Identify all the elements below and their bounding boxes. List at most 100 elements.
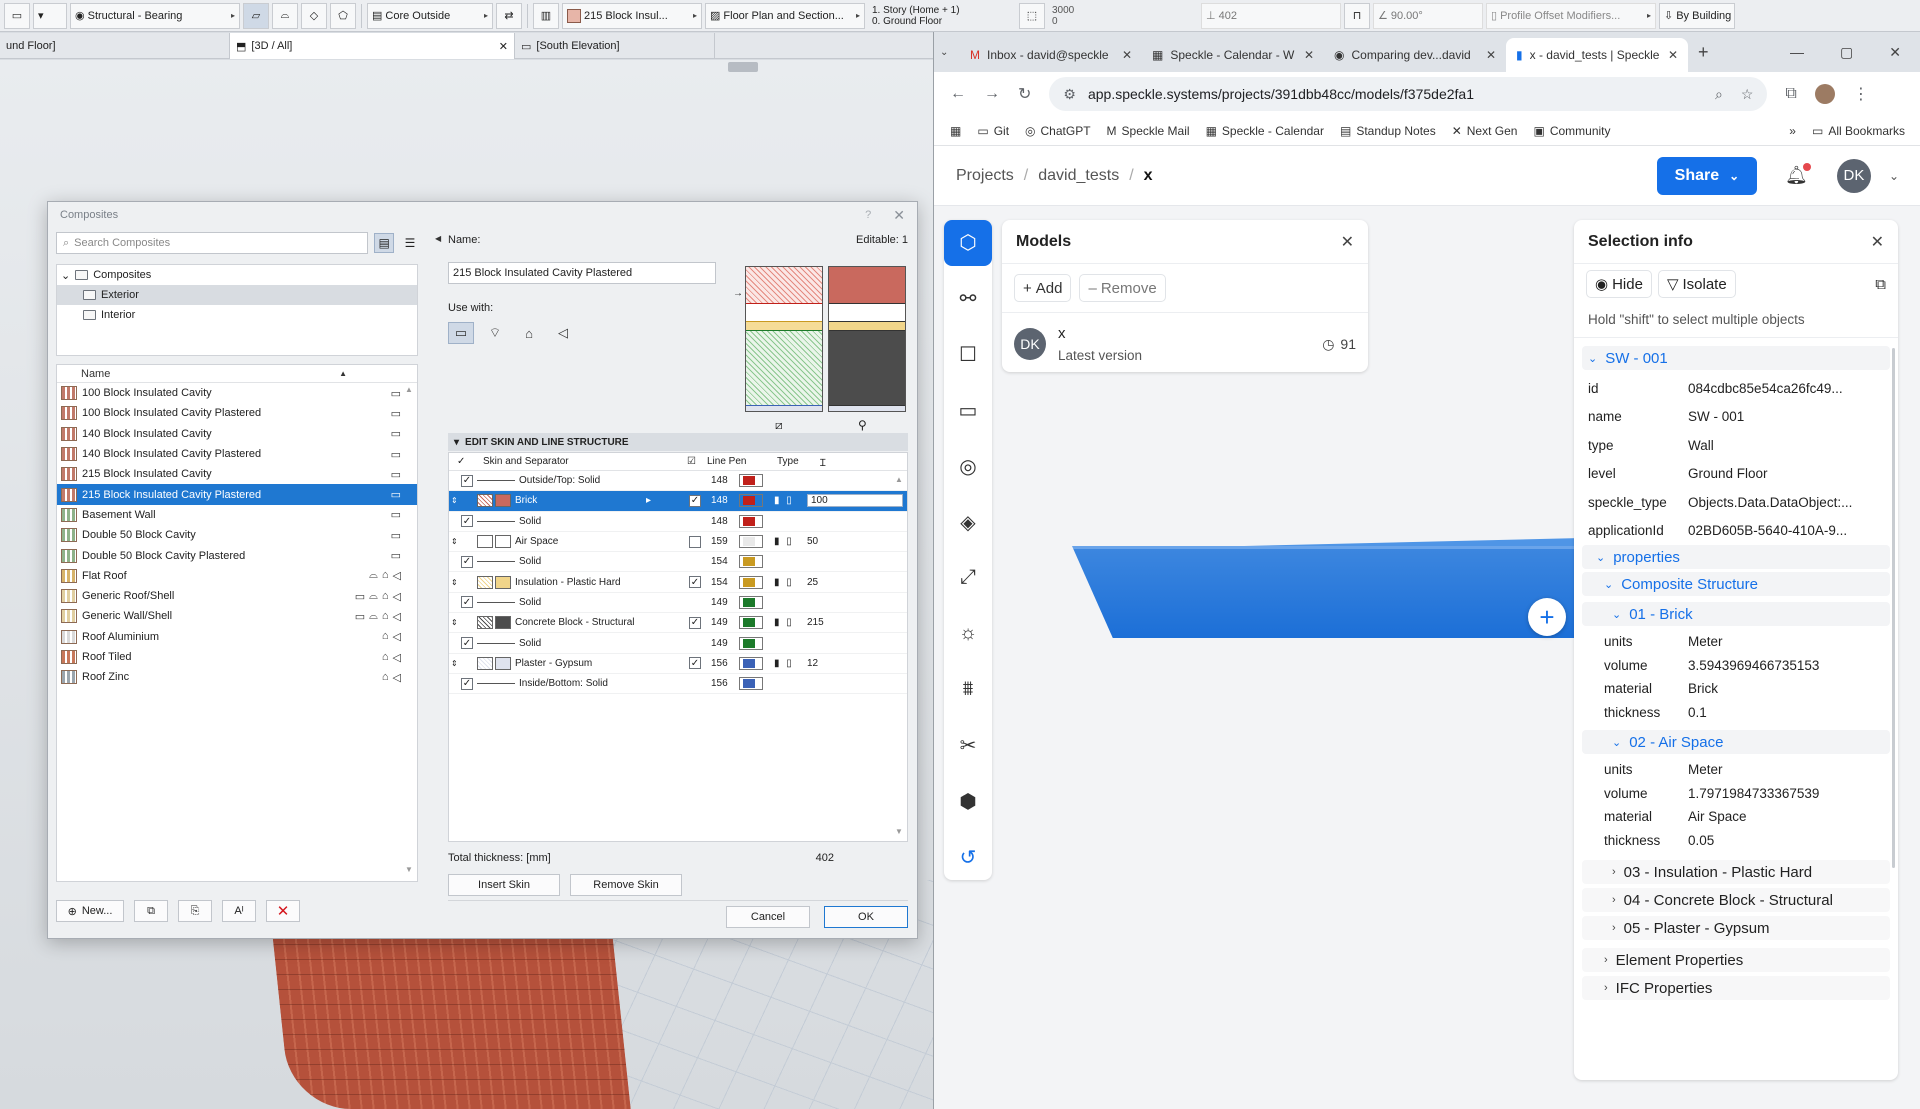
scroll-down-icon[interactable]: ▼ xyxy=(405,865,413,874)
property-row[interactable]: name SW - 001 xyxy=(1588,403,1890,432)
bookmark-item[interactable]: M Speckle Mail xyxy=(1107,124,1190,138)
isolate-button[interactable]: ▽ Isolate xyxy=(1657,270,1736,298)
tab-floor-plan[interactable]: und Floor] xyxy=(0,33,230,59)
projection-icon[interactable]: ⬢ xyxy=(944,778,992,824)
zoom-extents-icon[interactable]: ⤢ xyxy=(944,555,992,601)
property-row[interactable]: units Meter xyxy=(1604,630,1890,654)
bookmark-item[interactable]: ▣ Community xyxy=(1533,124,1610,138)
layer-section-collapsed[interactable]: › 03 - Insulation - Plastic Hard xyxy=(1582,860,1890,884)
bookmark-item[interactable]: ✕ Next Gen xyxy=(1452,124,1518,138)
browser-tab[interactable]: ▮ x - david_tests | Speckle ✕ xyxy=(1506,38,1688,72)
property-row[interactable]: material Brick xyxy=(1604,677,1890,701)
pen-override-checkbox[interactable]: ✓ xyxy=(689,616,701,629)
discussions-icon[interactable]: ☐ xyxy=(944,332,992,378)
layer-section[interactable]: ⌄ 01 - Brick xyxy=(1582,602,1890,626)
close-tab-icon[interactable]: ✕ xyxy=(1122,48,1132,62)
list-scrollbar[interactable]: ▲ xyxy=(405,385,417,879)
geometry-trapezoid-icon[interactable]: ◇ xyxy=(301,2,327,29)
view-modes-icon[interactable]: ◈ xyxy=(944,499,992,545)
composite-list-item[interactable]: 140 Block Insulated Cavity Plastered ▭ xyxy=(57,444,417,464)
user-avatar[interactable]: DK xyxy=(1836,158,1871,193)
pen-override-checkbox[interactable]: ✓ xyxy=(689,657,701,670)
line-pen-swatch[interactable] xyxy=(739,595,763,609)
line-type-icon[interactable]: ▮ ▯ xyxy=(774,658,794,669)
pen-override-checkbox[interactable]: ✓ xyxy=(689,494,701,507)
open-external-icon[interactable]: ⧉ xyxy=(1875,276,1886,293)
breadcrumb-projects[interactable]: Projects xyxy=(956,167,1014,185)
skin-thickness-field[interactable]: 100 xyxy=(807,494,903,508)
line-type-icon[interactable]: ▮ ▯ xyxy=(774,577,794,588)
notifications-bell-icon[interactable]: 🔔︎ xyxy=(1785,163,1811,186)
reference-line-dropdown[interactable]: ▤ Core Outside ▸ xyxy=(367,2,493,29)
property-row[interactable]: level Ground Floor xyxy=(1588,460,1890,489)
forward-icon[interactable]: → xyxy=(984,85,1000,103)
maximize-icon[interactable]: ▢ xyxy=(1840,44,1853,61)
thickness-field[interactable]: ⊥ 402 xyxy=(1201,2,1341,29)
version-count[interactable]: ◷ 91 xyxy=(1322,336,1356,353)
breadcrumb-model[interactable]: x xyxy=(1144,167,1153,185)
height-icon[interactable]: ⬚ xyxy=(1019,2,1045,29)
scroll-up-icon[interactable]: ▲ xyxy=(895,475,903,484)
line-pen-swatch[interactable] xyxy=(739,535,763,549)
delete-icon[interactable]: ✕ xyxy=(266,900,300,922)
edit-skin-section-header[interactable]: ▾ EDIT SKIN AND LINE STRUCTURE xyxy=(448,433,908,451)
flip-icon[interactable]: ⇄ xyxy=(496,2,522,29)
composite-list-item[interactable]: Generic Wall/Shell ▭ ⌓ ⌂ ◁ xyxy=(57,606,417,626)
more-bookmarks-icon[interactable]: » xyxy=(1789,124,1796,138)
properties-section[interactable]: ⌄ properties xyxy=(1582,545,1890,569)
insert-skin-button[interactable]: Insert Skin xyxy=(448,874,560,896)
composite-list-item[interactable]: Roof Tiled ⌂ ◁ xyxy=(57,647,417,667)
add-model-button[interactable]: + Add xyxy=(1014,274,1072,302)
rename-icon[interactable]: Aᴵ xyxy=(222,900,256,922)
layer-section-collapsed[interactable]: › 04 - Concrete Block - Structural xyxy=(1582,888,1890,912)
property-row[interactable]: thickness 0.05 xyxy=(1604,829,1890,853)
visibility-checkbox[interactable]: ✓ xyxy=(461,555,473,568)
skin-row[interactable]: ⇕ Concrete Block - Structural ✓ 149 ▮ ▯ 215 xyxy=(449,613,907,634)
layer-section-collapsed[interactable]: › 05 - Plaster - Gypsum xyxy=(1582,916,1890,940)
geometry-polygon-icon[interactable]: ⬠ xyxy=(330,2,356,29)
wall-use-icon[interactable]: ▭ xyxy=(448,322,474,344)
surface-icon[interactable]: ⚲ xyxy=(858,418,867,432)
ok-button[interactable]: OK xyxy=(824,906,908,928)
cancel-button[interactable]: Cancel xyxy=(726,906,810,928)
hide-button[interactable]: ◉ Hide xyxy=(1586,270,1652,298)
zoom-icon[interactable]: ⌕ xyxy=(1715,86,1723,103)
property-row[interactable]: units Meter xyxy=(1604,758,1890,782)
drag-handle-icon[interactable]: ⇕ xyxy=(451,659,458,668)
element-properties-section[interactable]: › Element Properties xyxy=(1582,948,1890,972)
structural-function-dropdown[interactable]: ◉ Structural - Bearing ▸ xyxy=(70,2,240,29)
skin-row[interactable]: ⇕ Plaster - Gypsum ✓ 156 ▮ ▯ 12 xyxy=(449,654,907,674)
composite-list-item[interactable]: Generic Roof/Shell ▭ ⌓ ⌂ ◁ xyxy=(57,586,417,606)
tab-south-elevation[interactable]: ▭ [South Elevation] xyxy=(515,33,715,59)
slab-use-icon[interactable]: ⌔ xyxy=(482,322,508,344)
composite-list-item[interactable]: 100 Block Insulated Cavity ▭ xyxy=(57,383,417,403)
site-info-icon[interactable]: ⚙ xyxy=(1063,86,1076,103)
composite-list-item[interactable]: 215 Block Insulated Cavity Plastered ▭ xyxy=(57,484,417,505)
line-pen-swatch[interactable] xyxy=(739,636,763,650)
column-icon[interactable]: ▥ xyxy=(533,2,559,29)
geometry-curved-icon[interactable]: ⌓ xyxy=(272,2,298,29)
composite-list-item[interactable]: Basement Wall ▭ xyxy=(57,505,417,525)
close-tab-icon[interactable]: ✕ xyxy=(1486,48,1496,62)
folder-view-icon[interactable]: ▤ xyxy=(374,233,395,253)
visibility-checkbox[interactable]: ✓ xyxy=(461,515,473,528)
floor-plan-section-dropdown[interactable]: ▨ Floor Plan and Section... ▸ xyxy=(705,2,865,29)
property-row[interactable]: type Wall xyxy=(1588,431,1890,460)
list-view-icon[interactable]: ☰ xyxy=(400,233,420,253)
drag-handle-icon[interactable]: ⇕ xyxy=(451,578,458,587)
tab-3d-all[interactable]: ⬒ [3D / All] ✕ xyxy=(230,33,515,59)
drag-handle-icon[interactable]: ⇕ xyxy=(451,618,458,627)
visibility-checkbox[interactable]: ✓ xyxy=(461,474,473,487)
composite-list-item[interactable]: Double 50 Block Cavity ▭ xyxy=(57,525,417,545)
model-card[interactable]: DK x Latest version ◷ 91 xyxy=(1002,313,1368,375)
views-glasses-icon[interactable]: ◎ xyxy=(944,443,992,489)
selected-wall-object[interactable] xyxy=(1072,546,1582,638)
line-pen-swatch[interactable] xyxy=(739,555,763,569)
line-pen-swatch[interactable] xyxy=(739,474,763,488)
tab-search-icon[interactable]: ⌄ xyxy=(940,47,960,58)
line-pen-swatch[interactable] xyxy=(739,514,763,528)
property-row[interactable]: volume 3.5943969466735153 xyxy=(1604,654,1890,678)
tree-item-interior[interactable]: Interior xyxy=(57,305,417,325)
composite-list-item[interactable]: 140 Block Insulated Cavity ▭ xyxy=(57,424,417,444)
profile-offset-dropdown[interactable]: ▯ Profile Offset Modifiers... ▸ xyxy=(1486,2,1656,29)
